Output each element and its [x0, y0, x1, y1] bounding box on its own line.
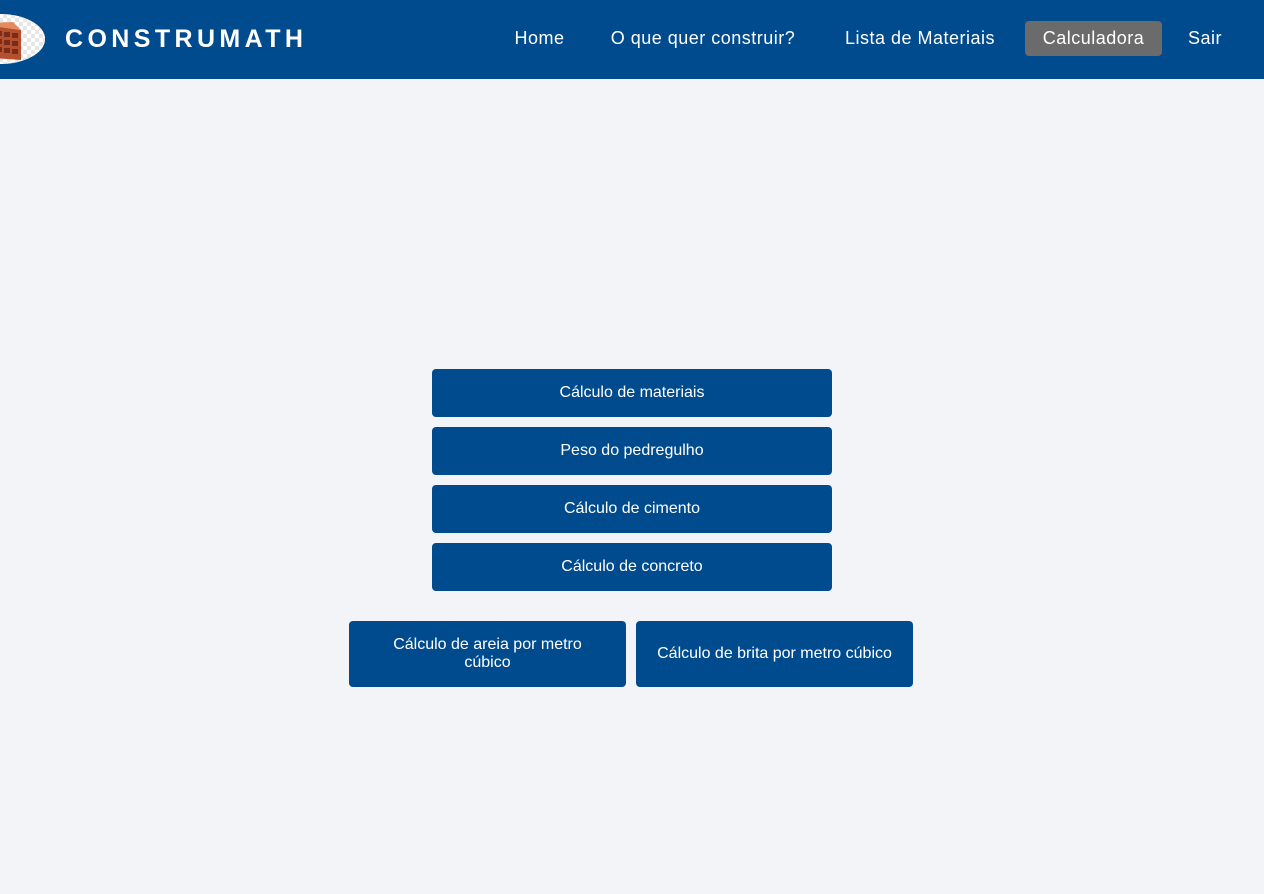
- calculo-de-cimento-label: Cálculo de cimento: [563, 500, 701, 517]
- calculo-de-areia-button[interactable]: Cálculo de areia por metro cúbico: [349, 621, 626, 687]
- peso-do-pedregulho-label: Peso do pedregulho: [560, 442, 704, 459]
- calculo-de-materiais-button[interactable]: Cálculo de materiais: [432, 369, 832, 417]
- peso-do-pedregulho-button[interactable]: Peso do pedregulho: [432, 427, 832, 475]
- top-navbar: CONSTRUMATH Home O que quer construir? L…: [0, 0, 1264, 79]
- calculo-de-concreto-button[interactable]: Cálculo de concreto: [432, 543, 832, 591]
- brand-title[interactable]: CONSTRUMATH: [65, 24, 307, 54]
- nav-o-que-quer-construir[interactable]: O que quer construir?: [596, 21, 810, 56]
- nav-home[interactable]: Home: [503, 21, 576, 56]
- calculo-de-brita-label: Cálculo de brita por metro cúbico: [657, 645, 892, 662]
- calculo-de-concreto-label: Cálculo de concreto: [561, 558, 703, 575]
- nav-calculadora[interactable]: Calculadora: [1025, 21, 1162, 56]
- calculo-de-brita-button[interactable]: Cálculo de brita por metro cúbico: [636, 621, 913, 687]
- calculo-de-materiais-label: Cálculo de materiais: [559, 384, 705, 401]
- calculo-de-cimento-button[interactable]: Cálculo de cimento: [432, 485, 832, 533]
- nav-lista-de-materiais[interactable]: Lista de Materiais: [831, 21, 1009, 56]
- brick-logo-icon[interactable]: [0, 14, 45, 64]
- nav-sair[interactable]: Sair: [1177, 21, 1233, 56]
- calculo-de-areia-label: Cálculo de areia por metro cúbico: [393, 636, 582, 671]
